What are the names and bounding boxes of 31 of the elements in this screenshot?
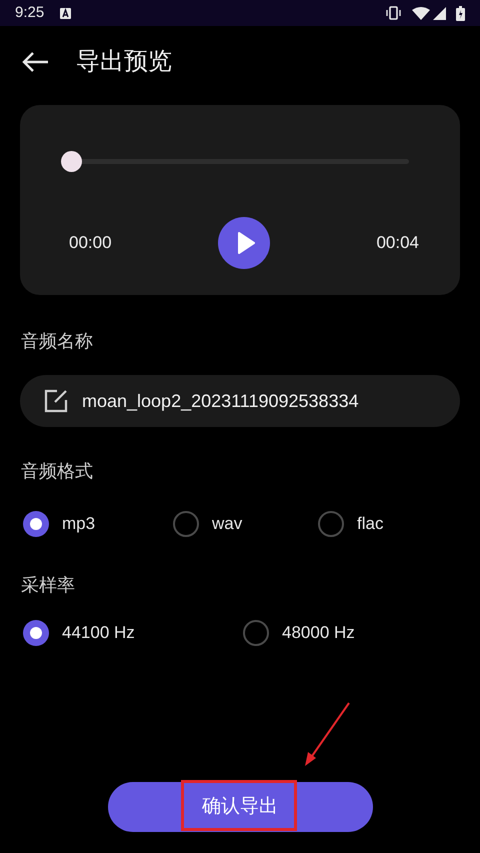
option-label: 44100 Hz <box>62 622 135 644</box>
radio-button[interactable] <box>23 620 49 646</box>
section-label: 采样率 <box>21 574 75 597</box>
confirm-export-button[interactable]: 确认导出 <box>108 782 372 832</box>
current-time: 00:00 <box>69 232 112 254</box>
option-label: mp3 <box>62 513 96 536</box>
section-label: 音频格式 <box>21 460 93 483</box>
edit-icon <box>43 388 69 414</box>
option-label: flac <box>357 513 384 536</box>
page-title: 导出预览 <box>76 47 172 77</box>
signal-icon <box>433 6 446 20</box>
play-icon <box>237 232 255 254</box>
radio-button[interactable] <box>318 511 344 537</box>
radio-button[interactable] <box>23 511 49 537</box>
notification-icon <box>60 8 72 18</box>
total-time: 00:04 <box>376 232 419 254</box>
play-button[interactable] <box>218 217 270 269</box>
vibrate-icon <box>385 6 402 20</box>
radio-button[interactable] <box>243 620 269 646</box>
seek-thumb[interactable] <box>61 151 82 172</box>
name-field[interactable]: moan_loop2_20231119092538334 <box>20 375 460 427</box>
status-time: 9:25 <box>15 2 44 23</box>
file-name-value: moan_loop2_20231119092538334 <box>82 390 359 413</box>
option-label: wav <box>212 513 242 536</box>
back-icon[interactable] <box>22 51 49 73</box>
wifi-icon <box>412 6 430 20</box>
radio-button[interactable] <box>173 511 199 537</box>
section-label: 音频名称 <box>21 330 93 353</box>
option-label: 48000 Hz <box>282 622 355 644</box>
pointer-arrow <box>304 702 350 767</box>
battery-icon <box>456 6 465 20</box>
